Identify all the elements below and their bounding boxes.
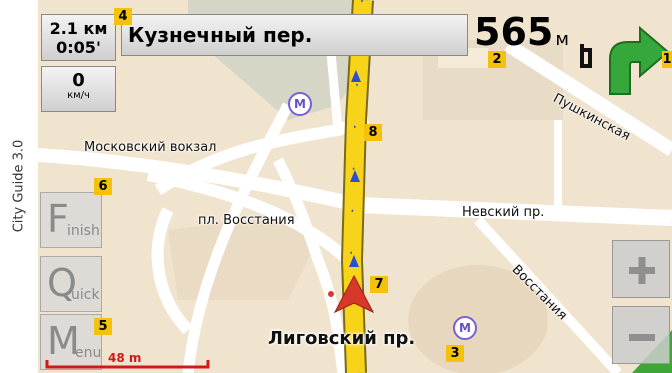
maneuver-panel[interactable] — [576, 14, 672, 96]
callout-badge: 6 — [94, 178, 112, 195]
zoom-out-button[interactable] — [612, 306, 670, 364]
callout-badge: 1 — [662, 51, 672, 68]
city-guide-screen: City Guide 3.0 Московский вокзал пл. Вос… — [0, 0, 672, 373]
finish-cap: F — [47, 197, 69, 241]
zoom-in-button[interactable] — [612, 240, 670, 298]
app-caption: City Guide 3.0 — [11, 139, 27, 233]
app-caption-strip: City Guide 3.0 — [0, 0, 38, 373]
label-station: Московский вокзал — [84, 140, 217, 155]
speed-unit: км/ч — [67, 90, 90, 101]
callout-badge: 8 — [364, 124, 382, 141]
callout-badge: 2 — [488, 51, 506, 68]
trip-info-panel[interactable]: 2.1 км 0:05' — [41, 14, 116, 61]
speed-value: 0 — [72, 70, 85, 91]
gps-dot — [328, 291, 334, 297]
callout-badge: 7 — [370, 276, 388, 293]
distance-remaining: 2.1 км — [49, 19, 108, 38]
metro-icon: M — [288, 92, 312, 116]
metro-icon: M — [453, 316, 477, 340]
quick-rest: uick — [71, 287, 100, 303]
callout-badge: 5 — [94, 318, 112, 335]
next-turn-distance-value: 565 — [474, 10, 554, 54]
minus-icon — [629, 334, 655, 341]
next-turn-distance: 565 м — [474, 10, 569, 54]
finish-button[interactable]: F inish — [40, 192, 102, 248]
finish-rest: inish — [67, 223, 100, 239]
quick-button[interactable]: Q uick — [40, 256, 102, 312]
current-street-name: Кузнечный пер. — [128, 23, 313, 47]
speed-panel[interactable]: 0 км/ч — [41, 66, 116, 112]
label-square: пл. Восстания — [198, 213, 295, 228]
time-remaining: 0:05' — [56, 38, 101, 57]
turn-right-arrow-icon — [580, 25, 670, 95]
scale-label: 48 m — [108, 351, 142, 365]
label-nevsky: Невский пр. — [462, 205, 545, 220]
current-street-panel[interactable]: Кузнечный пер. — [121, 14, 468, 56]
callout-badge: 3 — [446, 345, 464, 362]
current-road-label: Лиговский пр. — [268, 328, 416, 349]
map-scale: 48 m — [45, 351, 210, 370]
next-turn-distance-unit: м — [555, 29, 569, 50]
plus-icon — [629, 257, 655, 284]
callout-badge: 4 — [114, 8, 132, 25]
